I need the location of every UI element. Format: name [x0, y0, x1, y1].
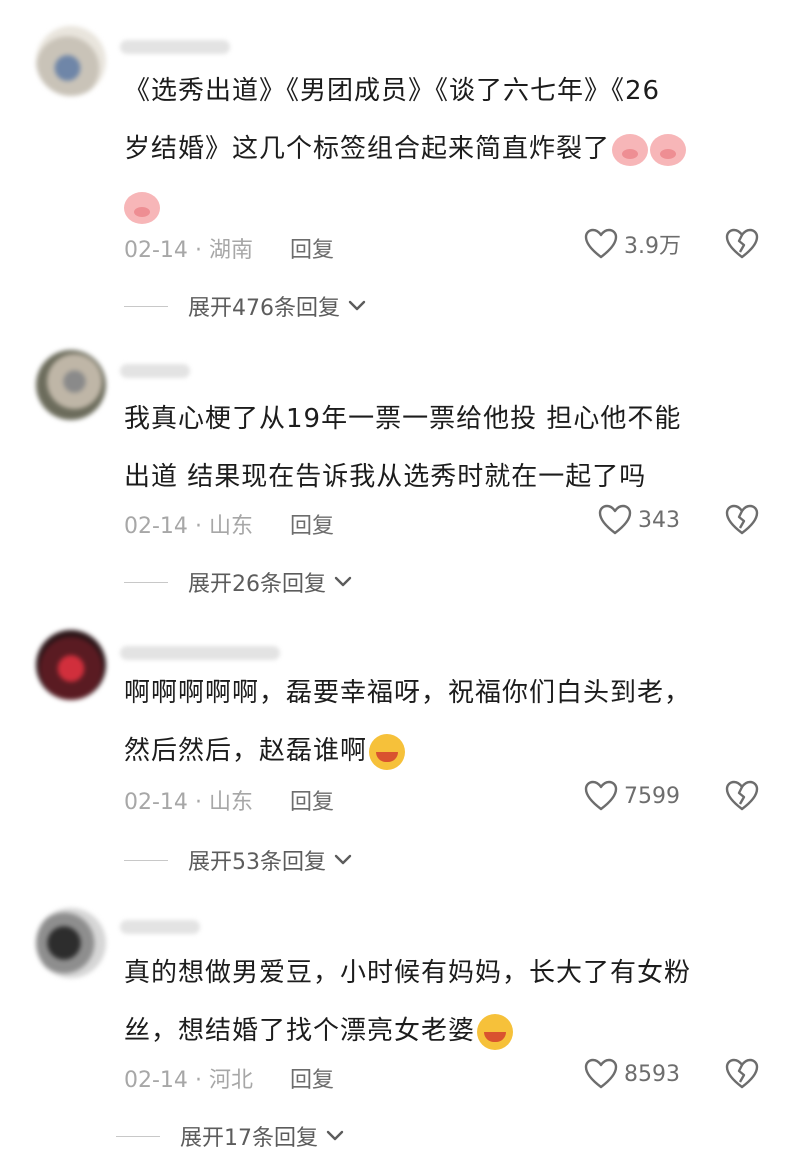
avatar[interactable]: [36, 630, 106, 700]
like-button[interactable]: 8593: [584, 1058, 680, 1090]
like-count: 8593: [624, 1061, 680, 1087]
avatar[interactable]: [36, 908, 106, 978]
chevron-down-icon: [334, 854, 352, 866]
reply-button[interactable]: 回复: [290, 1062, 334, 1094]
pig-emoji: [650, 133, 687, 166]
like-button[interactable]: 7599: [584, 780, 680, 812]
expand-replies-button[interactable]: 展开17条回复: [116, 1120, 344, 1152]
expand-replies-label: 展开17条回复: [180, 1126, 318, 1151]
comment-date: 02-14: [124, 514, 188, 539]
avatar[interactable]: [36, 26, 106, 96]
expand-replies-label: 展开476条回复: [188, 296, 340, 321]
like-count: 3.9万: [624, 234, 681, 259]
comment-text: 啊啊啊啊啊，磊要幸福呀，祝福你们白头到老， 然后然后，赵磊谁啊: [124, 664, 764, 780]
pig-emoji: [612, 133, 649, 166]
grin-emoji: [477, 1013, 514, 1050]
username[interactable]: [120, 364, 190, 378]
comment-meta: 02-14 · 河北: [124, 1062, 253, 1094]
comment-meta: 02-14 · 湖南: [124, 232, 253, 264]
comment-text: 《选秀出道》《男团成员》《谈了六七年》《26 岁结婚》这几个标签组合起来简直炸裂…: [124, 62, 764, 236]
comment-meta: 02-14 · 山东: [124, 508, 253, 540]
comment-date: 02-14: [124, 790, 188, 815]
like-button[interactable]: 343: [598, 504, 680, 536]
separator: ·: [194, 238, 202, 263]
divider-dash: [124, 305, 168, 307]
broken-heart-icon: [725, 504, 759, 536]
expand-replies-button[interactable]: 展开53条回复: [124, 844, 352, 876]
comment-meta: 02-14 · 山东: [124, 784, 253, 816]
chevron-down-icon: [326, 1130, 344, 1142]
separator: ·: [194, 790, 202, 815]
username[interactable]: [120, 646, 280, 660]
divider-dash: [124, 859, 168, 861]
separator: ·: [194, 1068, 202, 1093]
broken-heart-icon: [725, 1058, 759, 1090]
comment-date: 02-14: [124, 238, 188, 263]
pig-emoji: [124, 191, 160, 224]
expand-replies-button[interactable]: 展开476条回复: [124, 290, 366, 322]
like-count: 343: [638, 507, 680, 533]
heart-icon: [598, 504, 632, 536]
heart-icon: [584, 228, 618, 260]
username[interactable]: [120, 40, 230, 54]
separator: ·: [194, 514, 202, 539]
chevron-down-icon: [348, 300, 366, 312]
divider-dash: [124, 581, 168, 583]
comment-date: 02-14: [124, 1068, 188, 1093]
heart-icon: [584, 1058, 618, 1090]
broken-heart-icon: [725, 228, 759, 260]
dislike-button[interactable]: [725, 504, 759, 536]
divider-dash: [116, 1135, 160, 1137]
comment-location: 山东: [208, 790, 253, 815]
chevron-down-icon: [334, 576, 352, 588]
expand-replies-button[interactable]: 展开26条回复: [124, 566, 352, 598]
reply-button[interactable]: 回复: [290, 508, 334, 540]
heart-icon: [584, 780, 618, 812]
dislike-button[interactable]: [725, 780, 759, 812]
comment-text: 真的想做男爱豆，小时候有妈妈，长大了有女粉 丝，想结婚了找个漂亮女老婆: [124, 944, 764, 1060]
dislike-button[interactable]: [725, 1058, 759, 1090]
reply-button[interactable]: 回复: [290, 784, 334, 816]
like-button[interactable]: 3.9万: [584, 228, 681, 260]
comment-text: 我真心梗了从19年一票一票给他投 担心他不能 出道 结果现在告诉我从选秀时就在一…: [124, 404, 682, 492]
dislike-button[interactable]: [725, 228, 759, 260]
comment-location: 湖南: [208, 238, 253, 263]
comment-location: 山东: [208, 514, 253, 539]
laughing-emoji: [369, 733, 406, 770]
avatar[interactable]: [36, 350, 106, 420]
username[interactable]: [120, 920, 200, 934]
expand-replies-label: 展开26条回复: [188, 572, 326, 597]
expand-replies-label: 展开53条回复: [188, 850, 326, 875]
broken-heart-icon: [725, 780, 759, 812]
like-count: 7599: [624, 783, 680, 809]
reply-button[interactable]: 回复: [290, 232, 334, 264]
comment-location: 河北: [208, 1068, 253, 1093]
